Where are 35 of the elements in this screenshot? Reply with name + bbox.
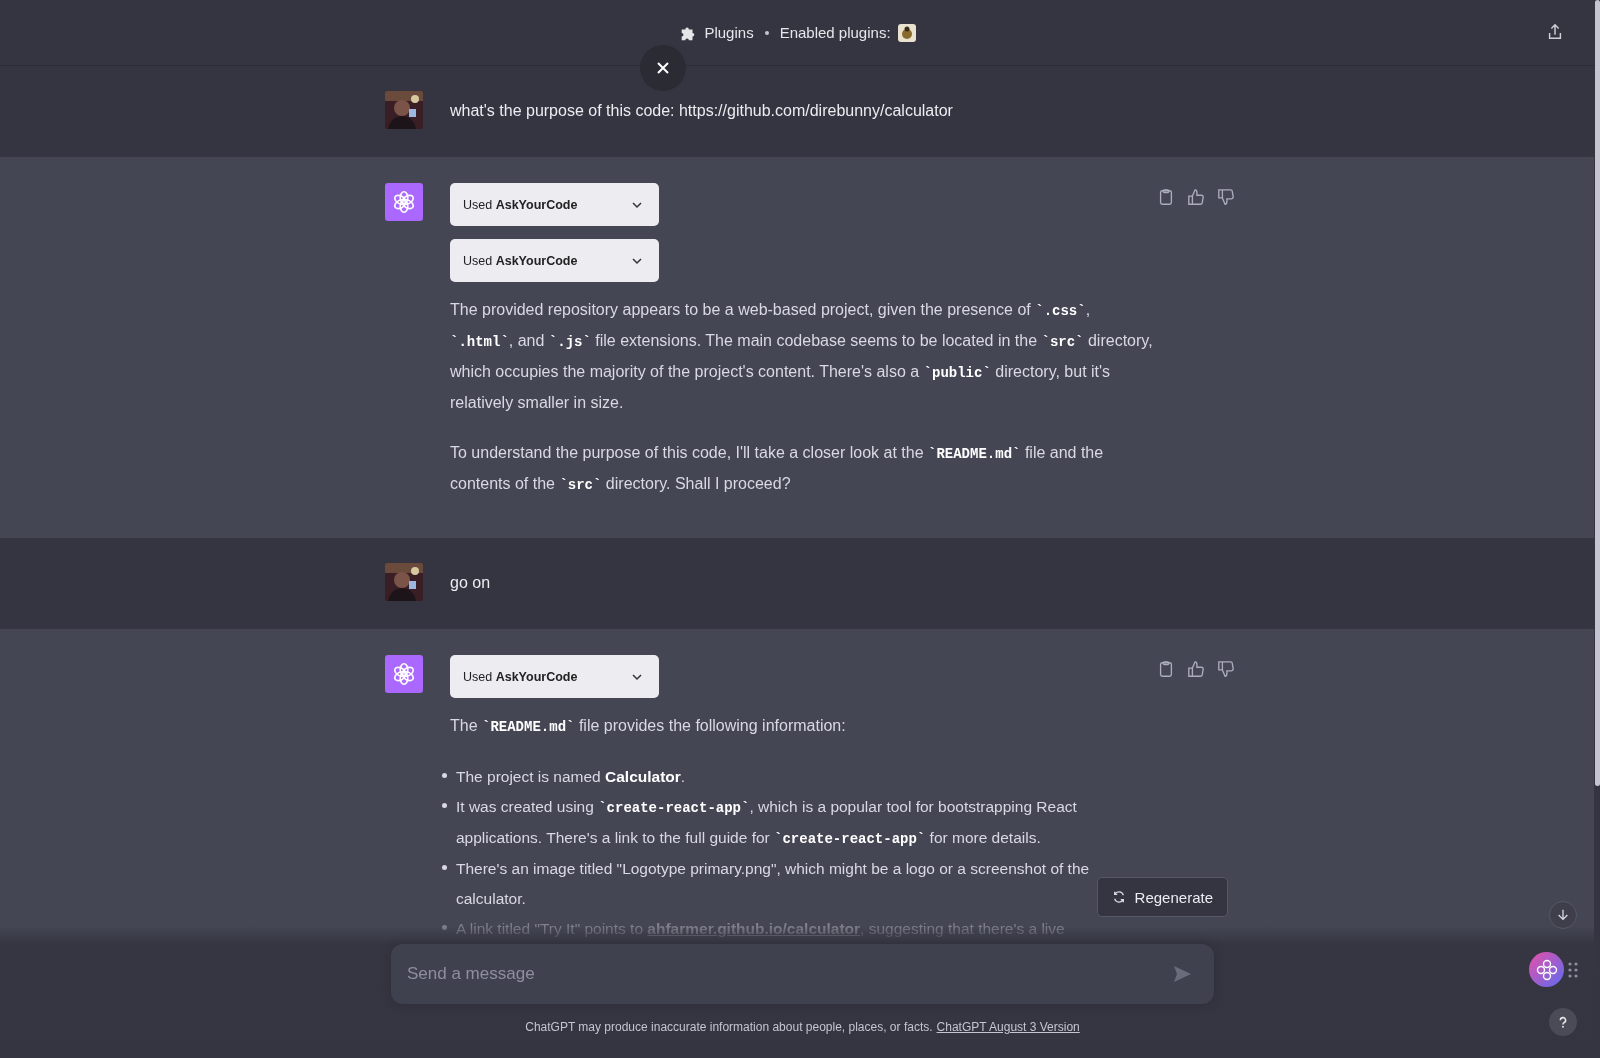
list-item-text: The project is named Calculator. bbox=[456, 767, 686, 787]
plugin-logo-icon bbox=[897, 23, 916, 42]
scrollbar[interactable] bbox=[1595, 0, 1600, 786]
assistant-logo-icon bbox=[385, 655, 423, 693]
refresh-icon bbox=[1111, 890, 1126, 904]
close-button[interactable] bbox=[640, 45, 686, 91]
help-button[interactable] bbox=[1549, 1008, 1577, 1036]
assistant-logo-icon bbox=[385, 183, 423, 221]
thumbs-up-icon[interactable] bbox=[1187, 660, 1205, 678]
share-icon[interactable] bbox=[1546, 23, 1564, 41]
tool-dropdown[interactable]: Used AskYourCode bbox=[450, 239, 659, 282]
thumbs-up-icon[interactable] bbox=[1187, 188, 1205, 206]
user-message: what's the purpose of this code: https://github.com/direbunny/calculator bbox=[450, 101, 954, 121]
list-item-text: There's an image titled "Logotype primary.png", which might be a logo or a screenshot of the calculator. bbox=[456, 859, 1091, 909]
enabled-plugins-label: Enabled plugins: bbox=[779, 24, 891, 41]
version-link[interactable]: ChatGPT August 3 Version bbox=[936, 1020, 1080, 1034]
arrow-down-icon bbox=[1556, 908, 1570, 922]
tool-dropdown[interactable]: Used AskYourCode bbox=[450, 183, 659, 226]
message-paragraph: To understand the purpose of this code, I'll take a closer look at the `README.md` file and the contents of the `src` directory. Shall I proceed? bbox=[450, 443, 1105, 495]
message-input[interactable]: Send a message bbox=[391, 944, 1214, 1004]
regenerate-button[interactable]: Regenerate bbox=[1096, 877, 1228, 917]
message-paragraph: The `README.md` file provides the following information: bbox=[450, 716, 847, 737]
list-item-text: It was created using `create-react-app`, which is a popular tool for bootstrapping React applications. There's a link to the full guide for `create-react-app` for more details. bbox=[456, 797, 1078, 849]
copy-icon[interactable] bbox=[1157, 188, 1175, 206]
close-icon bbox=[655, 60, 671, 76]
tool-dropdown[interactable]: Used AskYourCode bbox=[450, 655, 659, 698]
plugins-label: Plugins bbox=[704, 24, 754, 41]
user-message: go on bbox=[450, 573, 492, 593]
thumbs-down-icon[interactable] bbox=[1217, 188, 1235, 206]
message-paragraph: The provided repository appears to be a web-based project, given the presence of `.css`, `.html`, and `.js` file extensions. The main codebase seems to be located in the `src` directory, which occupies the majority of the project's content. There's also a `public` directory, but it's relatively smaller in size. bbox=[450, 300, 1154, 413]
disclaimer-text: ChatGPT may produce inaccurate information about people, places, or facts. bbox=[525, 1020, 933, 1034]
thumbs-down-icon[interactable] bbox=[1217, 660, 1235, 678]
copy-icon[interactable] bbox=[1157, 660, 1175, 678]
drag-handle-icon[interactable] bbox=[1568, 962, 1578, 978]
separator-dot-icon bbox=[764, 30, 769, 35]
